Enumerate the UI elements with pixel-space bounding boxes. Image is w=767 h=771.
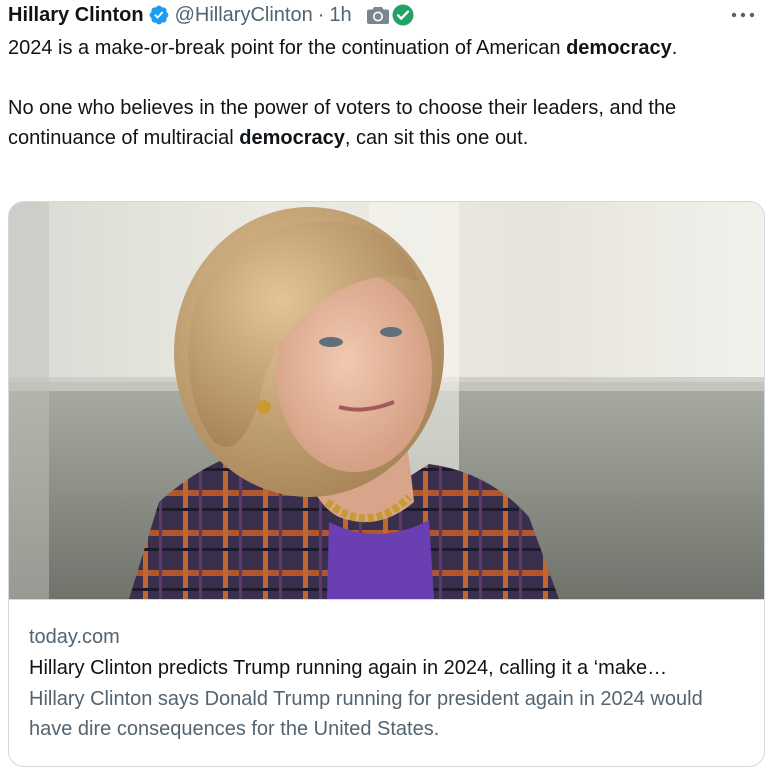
tweet-paragraph: 2024 is a make-or-break point for the co… [8,33,763,63]
card-domain: today.com [29,626,120,648]
card-meta[interactable]: today.com Hillary Clinton predicts Trump… [29,622,746,744]
tweet-text: 2024 is a make-or-break point for the co… [8,33,763,153]
author-handle[interactable]: @HillaryClinton [175,2,313,28]
author-name[interactable]: Hillary Clinton [8,2,144,28]
more-options-icon[interactable] [731,2,755,28]
separator-dot: · [317,4,325,26]
green-check-icon [392,4,414,26]
card-description: Hillary Clinton says Donald Trump runnin… [29,688,703,740]
verified-badge-icon [148,4,170,26]
tweet-text-segment: , can sit this one out. [344,127,529,149]
tweet-text-segment: . [671,37,678,59]
hashtag-highlight: democracy [239,127,345,149]
link-preview-card[interactable]: today.com Hillary Clinton predicts Trump… [8,201,765,767]
timestamp[interactable]: 1h [329,2,351,28]
card-photo[interactable] [9,202,764,600]
tweet-header: Hillary Clinton @HillaryClinton · 1h [8,2,757,28]
tweet-paragraph: No one who believes in the power of vote… [8,93,763,153]
camera-icon [366,5,390,25]
tweet[interactable]: Hillary Clinton @HillaryClinton · 1h 202… [0,0,767,771]
tweet-text-segment: 2024 is a make-or-break point for the co… [8,37,567,59]
hashtag-highlight: democracy [566,37,672,59]
card-title: Hillary Clinton predicts Trump running a… [29,657,668,679]
